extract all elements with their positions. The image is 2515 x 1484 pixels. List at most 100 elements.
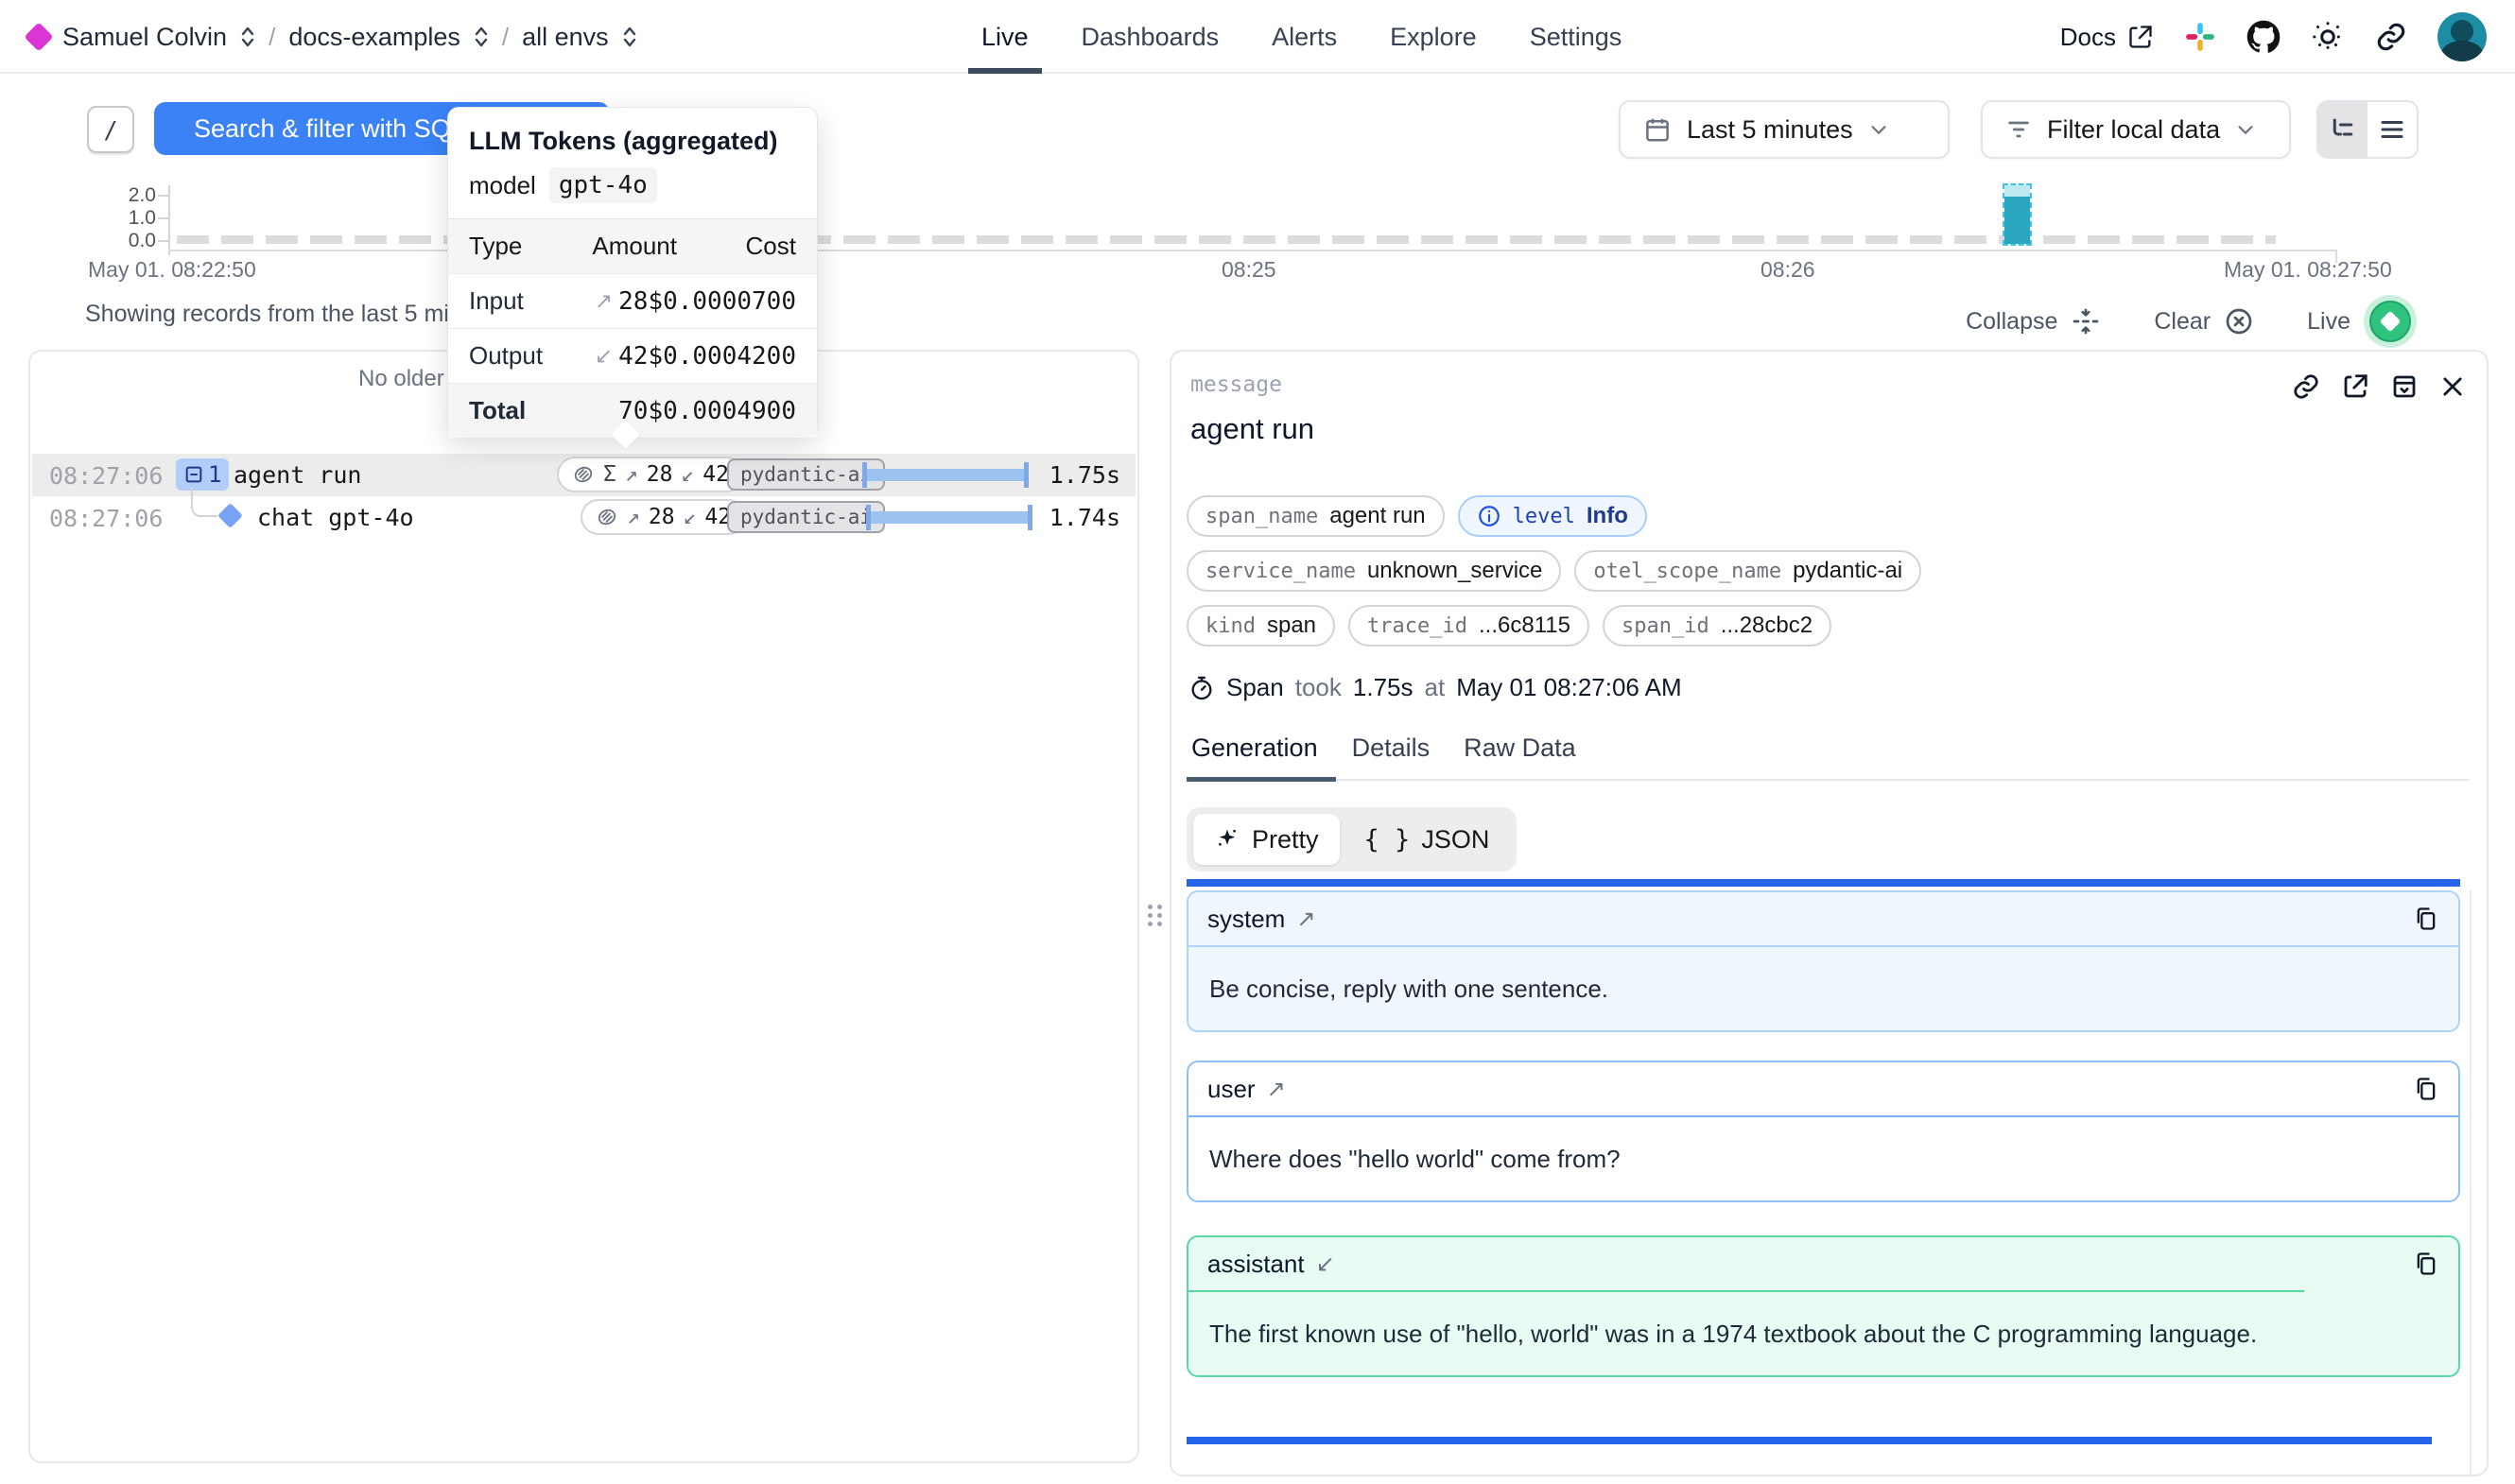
span-name-badge[interactable]: span_nameagent run: [1187, 495, 1445, 537]
showing-records-text: Showing records from the last 5 minutes: [85, 301, 507, 328]
stopwatch-icon: [1188, 675, 1215, 701]
json-toggle-button[interactable]: { } JSON: [1344, 814, 1511, 865]
filter-icon: [2005, 116, 2032, 143]
chart-selected-bar[interactable]: [2004, 185, 2030, 244]
minus-square-icon: [183, 464, 204, 485]
json-label: JSON: [1421, 825, 1489, 854]
nav-tab-live[interactable]: Live: [981, 0, 1029, 74]
input-tokens: 28: [649, 505, 675, 529]
nav-tab-dashboards[interactable]: Dashboards: [1082, 0, 1220, 74]
panel-resize-handle[interactable]: [1146, 892, 1165, 938]
service-name-badge[interactable]: service_nameunknown_service: [1187, 550, 1561, 592]
env-switcher[interactable]: all envs: [522, 23, 609, 52]
llm-tokens-tooltip: LLM Tokens (aggregated) model gpt-4o Typ…: [447, 107, 818, 437]
org-switcher[interactable]: Samuel Colvin: [62, 23, 227, 52]
span-id-badge[interactable]: span_id...28cbc2: [1603, 605, 1831, 647]
collapse-button[interactable]: Collapse: [1966, 306, 2101, 336]
kind-badge[interactable]: kindspan: [1187, 605, 1335, 647]
braces-icon: { }: [1364, 825, 1411, 854]
duration-text: 1.74s: [1049, 504, 1120, 531]
clear-label: Clear: [2154, 308, 2211, 336]
slack-icon[interactable]: [2184, 21, 2216, 53]
live-toggle[interactable]: Live: [2307, 295, 2417, 348]
copy-icon[interactable]: [2413, 1251, 2439, 1277]
nav-tab-settings[interactable]: Settings: [1530, 0, 1622, 74]
token-pill[interactable]: ↗28 ↙42: [581, 499, 746, 535]
collapse-icon: [2071, 306, 2101, 336]
role-label: system: [1207, 905, 1285, 934]
input-arrow-icon: ↗: [627, 505, 640, 529]
y-tick-1: 1.0: [99, 207, 156, 230]
tokens-table: Type Amount Cost Input ↗28 $0.0000700 Ou…: [448, 218, 817, 438]
dock-panel-icon[interactable]: [2390, 372, 2419, 401]
list-view-toggle: [2316, 100, 2419, 159]
direction-arrow-icon: ↗: [1296, 906, 1315, 933]
docs-link[interactable]: Docs: [2060, 23, 2154, 52]
live-indicator-icon: [2364, 295, 2417, 348]
output-arrow-icon: ↙: [681, 462, 694, 487]
message-card-user: user↗ Where does "hello world" come from…: [1187, 1061, 2460, 1202]
message-text: Where does "hello world" come from?: [1188, 1115, 2458, 1200]
org-chevrons-icon[interactable]: [240, 25, 255, 49]
token-pill[interactable]: Σ ↗28 ↙42: [557, 457, 744, 492]
span-name: chat gpt-4o: [257, 504, 414, 531]
scrollbar-track[interactable]: [2470, 890, 2472, 1476]
tab-generation[interactable]: Generation: [1191, 733, 1318, 763]
input-arrow-icon: ↗: [625, 462, 638, 487]
nav-tab-explore[interactable]: Explore: [1390, 0, 1477, 74]
breadcrumb-separator: /: [502, 23, 509, 52]
level-badge[interactable]: levelInfo: [1458, 495, 1647, 537]
project-switcher[interactable]: docs-examples: [288, 23, 460, 52]
theme-toggle-icon[interactable]: [2311, 20, 2345, 54]
active-tab-underline: [1187, 777, 1336, 782]
breadcrumb: Samuel Colvin / docs-examples / all envs: [28, 0, 637, 74]
input-arrow-icon: ↗: [595, 288, 613, 314]
pretty-toggle-button[interactable]: Pretty: [1193, 814, 1340, 865]
detail-tabs: Generation Details Raw Data: [1191, 733, 1576, 763]
role-label: user: [1207, 1075, 1256, 1104]
close-icon[interactable]: [2439, 373, 2466, 400]
input-tokens: 28: [647, 462, 673, 487]
output-arrow-icon: ↙: [684, 505, 697, 529]
main-nav: Live Dashboards Alerts Explore Settings: [981, 0, 1622, 74]
trace-row-chat-gpt4o[interactable]: 08:27:06 chat gpt-4o ↗28 ↙42 pydantic-ai…: [32, 496, 1136, 539]
tab-details[interactable]: Details: [1352, 733, 1431, 763]
tab-raw-data[interactable]: Raw Data: [1464, 733, 1576, 763]
env-chevrons-icon[interactable]: [622, 25, 637, 49]
message-text: Be concise, reply with one sentence.: [1188, 945, 2458, 1030]
otel-scope-badge[interactable]: otel_scope_namepydantic-ai: [1574, 550, 1921, 592]
external-link-icon: [2127, 24, 2154, 50]
chevron-down-icon: [1868, 119, 1889, 140]
scope-tag[interactable]: pydantic-ai: [727, 501, 885, 533]
user-avatar[interactable]: [2437, 12, 2487, 61]
took-word-at: at: [1425, 673, 1446, 702]
duration-bar: [866, 511, 1032, 524]
trace-list-panel: No older 08:27:06 1 agent run Σ ↗28 ↙42 …: [28, 350, 1139, 1463]
nav-tab-alerts[interactable]: Alerts: [1272, 0, 1337, 74]
coin-icon: [596, 506, 618, 528]
top-bar: Samuel Colvin / docs-examples / all envs…: [0, 0, 2515, 74]
copy-icon[interactable]: [2413, 1076, 2439, 1102]
time-range-button[interactable]: Last 5 minutes: [1619, 100, 1950, 159]
span-duration-line: Span took 1.75s at May 01 08:27:06 AM: [1188, 673, 1682, 702]
output-arrow-icon: ↙: [595, 343, 613, 369]
collapse-label: Collapse: [1966, 308, 2057, 336]
copy-link-icon[interactable]: [2292, 372, 2320, 401]
span-title: agent run: [1190, 412, 1314, 446]
open-external-icon[interactable]: [2341, 372, 2369, 401]
tree-view-button[interactable]: [2318, 102, 2368, 157]
tokens-row-output: Output ↙42 $0.0004200: [448, 329, 817, 384]
top-bar-actions: Docs: [2060, 0, 2487, 74]
scroll-shadow-bottom: [1187, 1437, 2432, 1444]
project-chevrons-icon[interactable]: [474, 25, 489, 49]
flat-view-button[interactable]: [2368, 102, 2417, 157]
took-duration: 1.75s: [1353, 673, 1414, 702]
trace-id-badge[interactable]: trace_id...6c8115: [1348, 605, 1589, 647]
copy-icon[interactable]: [2413, 906, 2439, 932]
message-card-system: system ↗ Be concise, reply with one sente…: [1187, 890, 2460, 1032]
collapse-children-badge[interactable]: 1: [176, 458, 229, 491]
filter-local-data-button[interactable]: Filter local data: [1981, 100, 2291, 159]
clear-button[interactable]: Clear: [2154, 306, 2254, 336]
github-icon[interactable]: [2246, 20, 2281, 54]
share-link-icon[interactable]: [2375, 21, 2407, 53]
